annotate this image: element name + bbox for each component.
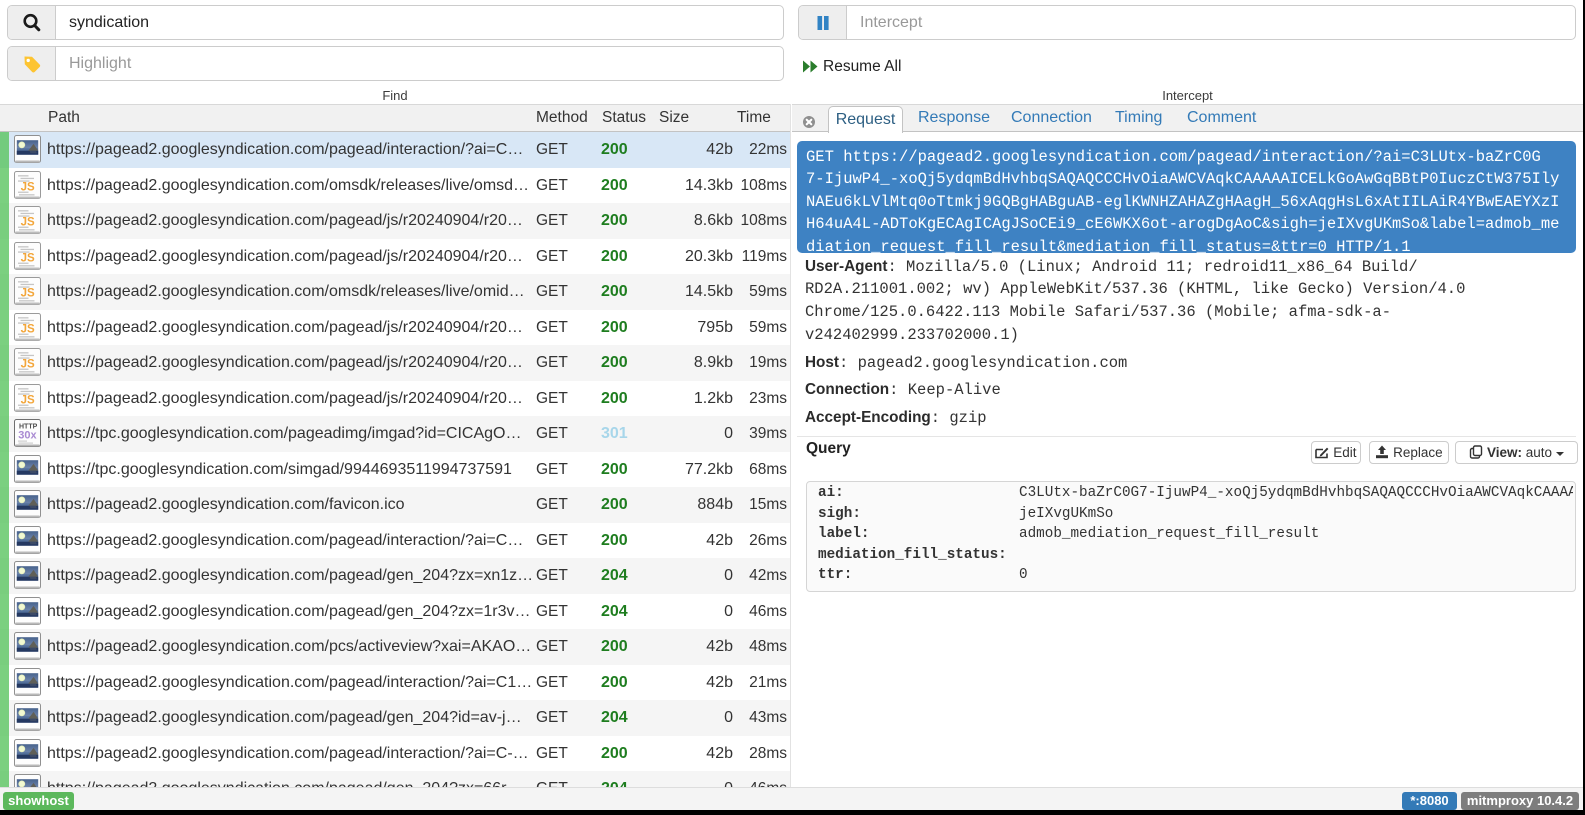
svg-text:JS: JS — [21, 287, 35, 299]
svg-text:JS: JS — [21, 252, 35, 264]
svg-text:JS: JS — [21, 358, 35, 370]
svg-text:JS: JS — [21, 394, 35, 406]
svg-text:30x: 30x — [18, 430, 37, 442]
svg-text:JS: JS — [21, 181, 35, 193]
svg-text:JS: JS — [21, 216, 35, 228]
svg-text:JS: JS — [21, 323, 35, 335]
